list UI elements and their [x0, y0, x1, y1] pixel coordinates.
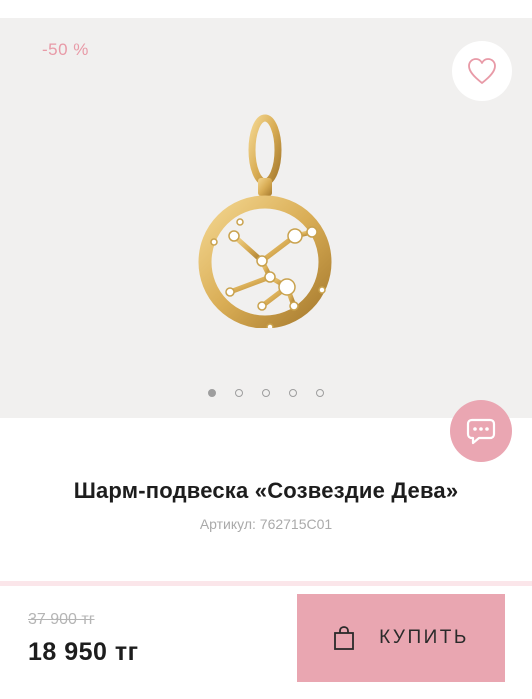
old-price: 37 900 тг: [28, 611, 95, 628]
pagination-dot[interactable]: [208, 389, 216, 397]
product-page: -50 % Шарм-подвеска «Созвездие Дева» Арт…: [0, 0, 532, 699]
chat-button[interactable]: [450, 400, 512, 462]
top-strip: [0, 0, 532, 18]
buy-button[interactable]: КУПИТЬ: [297, 594, 505, 682]
pagination-dot[interactable]: [235, 389, 243, 397]
heart-icon: [468, 58, 496, 84]
current-price: 18 950 тг: [28, 638, 139, 666]
product-image: [198, 114, 332, 328]
discount-badge: -50 %: [42, 40, 89, 59]
chat-bubble-icon: [466, 418, 496, 445]
gallery-pagination: [0, 389, 532, 397]
product-sku: Артикул: 762715C01: [199, 516, 333, 532]
buy-button-label: КУПИТЬ: [379, 627, 469, 648]
product-gallery[interactable]: -50 %: [0, 18, 532, 418]
favorite-button[interactable]: [452, 41, 512, 101]
pagination-dot[interactable]: [289, 389, 297, 397]
product-title: Шарм-подвеска «Созвездие Дева»: [73, 478, 459, 503]
shopping-bag-icon: [334, 626, 355, 650]
section-divider: [0, 581, 532, 586]
pagination-dot[interactable]: [262, 389, 270, 397]
pagination-dot[interactable]: [316, 389, 324, 397]
